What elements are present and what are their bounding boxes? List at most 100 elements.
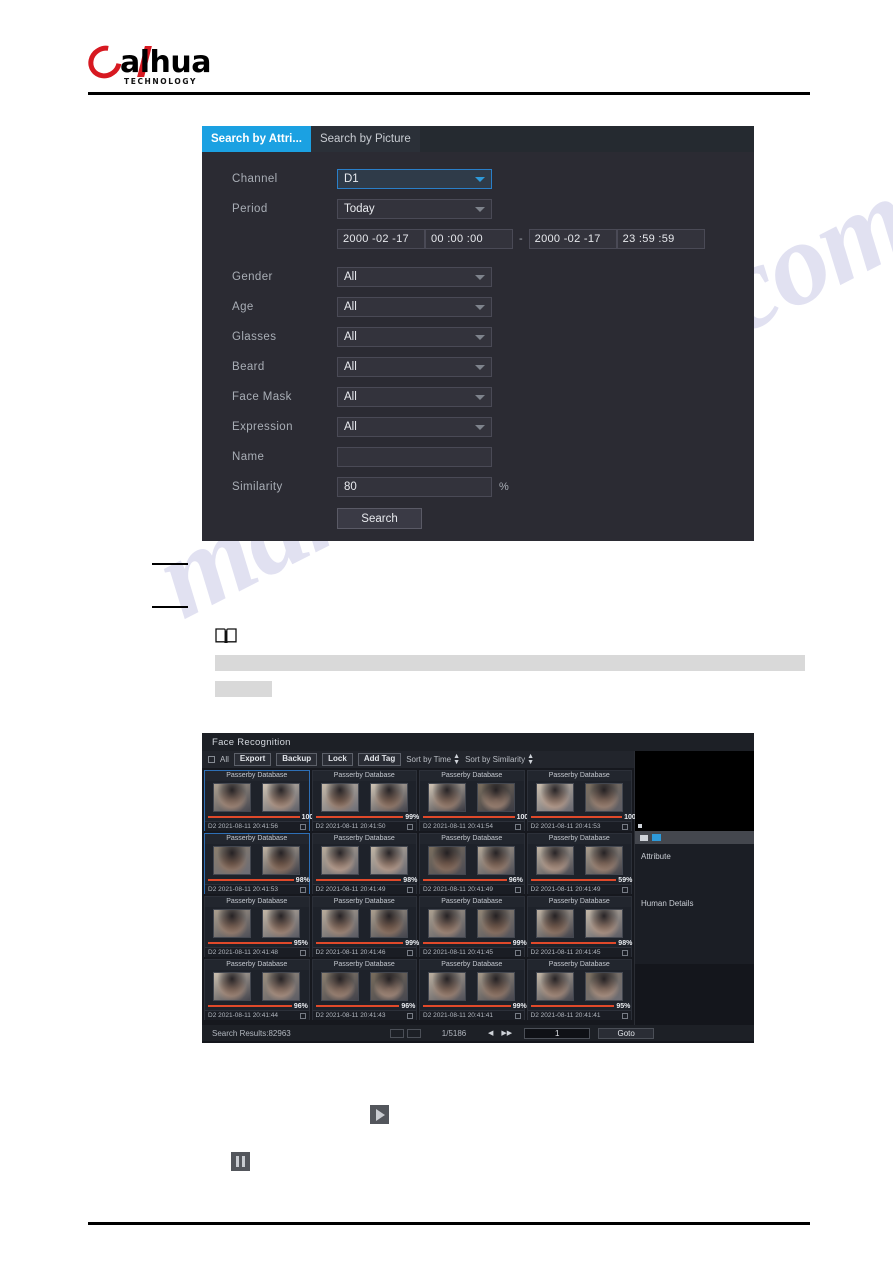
beard-select[interactable]: All xyxy=(337,357,492,377)
result-checkbox[interactable] xyxy=(622,823,628,830)
view-mode-button-2[interactable] xyxy=(407,1028,421,1038)
result-timestamp: D2 2021-08-11 20:41:43 xyxy=(315,1012,386,1019)
result-checkbox[interactable] xyxy=(622,1012,628,1019)
similarity-bar-fill xyxy=(208,942,292,944)
result-cell[interactable]: Passerby Database 99% D2 2021-08-11 20:41:… xyxy=(419,896,527,957)
lock-button[interactable]: Lock xyxy=(322,753,353,766)
result-cell[interactable]: Passerby Database 100% D2 2021-08-11 20:41… xyxy=(204,770,320,831)
redacted-text-line-2 xyxy=(215,681,272,697)
face-thumbnail xyxy=(213,845,252,875)
face-thumbnail xyxy=(477,782,516,812)
face-thumbnail xyxy=(262,845,301,875)
expression-select[interactable]: All xyxy=(337,417,492,437)
end-date-field[interactable]: 2000 -02 -17 xyxy=(528,229,617,249)
sort-arrows-icon: ▲ ▼ xyxy=(453,752,461,766)
result-cell[interactable]: Passerby Database 59% D2 2021-08-11 20:41:… xyxy=(526,833,632,894)
result-cell[interactable]: Passerby Database 98% D2 2021-08-11 20:41:… xyxy=(526,896,632,957)
result-cell[interactable]: Passerby Database 96% D2 2021-08-11 20:41:… xyxy=(311,959,417,1020)
result-cell[interactable]: Passerby Database 99% D2 2021-08-11 20:41:… xyxy=(311,896,419,957)
add-tag-button[interactable]: Add Tag xyxy=(357,753,402,766)
result-database-label: Passerby Database xyxy=(527,897,631,907)
start-date-field[interactable]: 2000 -02 -17 xyxy=(337,229,425,249)
tab-search-by-picture[interactable]: Search by Picture xyxy=(310,126,420,152)
face-thumbnail xyxy=(213,782,252,812)
result-cell[interactable]: Passerby Database 99% D2 2021-08-11 20:41:… xyxy=(311,770,419,831)
goto-button[interactable]: Goto xyxy=(598,1027,655,1039)
window-title: Face Recognition xyxy=(202,733,754,751)
period-select[interactable]: Today xyxy=(337,199,492,219)
result-checkbox[interactable] xyxy=(299,823,306,830)
select-all-checkbox[interactable] xyxy=(208,756,215,763)
result-cell[interactable]: Passerby Database 100% D2 2021-08-11 20:41… xyxy=(419,770,535,831)
result-thumbnails xyxy=(205,907,309,939)
page-number-input[interactable]: 1 xyxy=(524,1027,591,1039)
backup-button[interactable]: Backup xyxy=(276,753,318,766)
result-footer: D2 2021-08-11 20:41:46 xyxy=(312,947,416,957)
result-footer: D2 2021-08-11 20:41:43 xyxy=(312,1010,416,1020)
result-checkbox[interactable] xyxy=(514,823,521,830)
result-checkbox[interactable] xyxy=(514,949,521,956)
preview-marker-icon xyxy=(638,824,642,828)
end-time-field[interactable]: 23 :59 :59 xyxy=(616,229,705,249)
result-checkbox[interactable] xyxy=(622,949,628,956)
sort-by-similarity-control[interactable]: Sort by Similarity ▲ ▼ xyxy=(465,753,534,766)
add-icon[interactable] xyxy=(652,834,661,841)
result-checkbox[interactable] xyxy=(514,1012,521,1019)
similarity-bar-fill xyxy=(530,879,617,881)
chevron-down-icon xyxy=(475,275,485,280)
prev-page-button[interactable]: ◀ xyxy=(484,1029,497,1037)
logo-tagline: TECHNOLOGY xyxy=(124,77,197,86)
results-toolbar: All Export Backup Lock Add Tag Sort by T… xyxy=(202,751,634,768)
result-cell[interactable]: Passerby Database 99% D2 2021-08-11 20:41:… xyxy=(419,959,527,1020)
image-icon[interactable] xyxy=(640,834,648,841)
result-thumbnails xyxy=(313,970,417,1002)
result-checkbox[interactable] xyxy=(299,1012,306,1019)
chevron-down-icon xyxy=(475,305,485,310)
result-timestamp: D2 2021-08-11 20:41:54 xyxy=(423,823,493,830)
start-time-field[interactable]: 00 :00 :00 xyxy=(425,229,513,249)
result-database-label: Passerby Database xyxy=(312,771,416,781)
result-cell[interactable]: Passerby Database 96% D2 2021-08-11 20:41:… xyxy=(419,833,525,894)
view-mode-button-1[interactable] xyxy=(390,1028,404,1038)
result-checkbox[interactable] xyxy=(407,949,413,956)
result-checkbox[interactable] xyxy=(407,823,413,830)
channel-select[interactable]: D1 xyxy=(337,169,492,189)
field-row-similarity: Similarity 80 % xyxy=(202,472,754,502)
result-checkbox[interactable] xyxy=(407,1012,413,1019)
result-checkbox[interactable] xyxy=(514,886,521,893)
next-page-button[interactable]: ▶▶ xyxy=(497,1029,516,1037)
result-thumbnails xyxy=(313,907,417,939)
result-cell[interactable]: Passerby Database 98% D2 2021-08-11 20:41:… xyxy=(204,833,310,894)
result-checkbox[interactable] xyxy=(299,886,306,893)
search-button[interactable]: Search xyxy=(337,508,422,529)
preview-image xyxy=(635,751,754,831)
field-row-age: Age All xyxy=(202,292,754,322)
play-icon xyxy=(370,1105,389,1124)
result-thumbnails xyxy=(420,970,524,1002)
age-select[interactable]: All xyxy=(337,297,492,317)
result-cell[interactable]: Passerby Database 95% D2 2021-08-11 20:41:… xyxy=(526,959,632,1020)
similarity-value: 99% xyxy=(512,1002,527,1010)
export-button[interactable]: Export xyxy=(233,753,272,766)
tab-search-by-attribute[interactable]: Search by Attri... xyxy=(202,126,311,152)
result-checkbox[interactable] xyxy=(407,886,413,893)
chevron-down-icon xyxy=(475,335,485,340)
result-cell[interactable]: Passerby Database 98% D2 2021-08-11 20:41:… xyxy=(311,833,417,894)
sort-by-time-control[interactable]: Sort by Time ▲ ▼ xyxy=(406,752,461,766)
name-input[interactable] xyxy=(337,447,492,467)
dialog-tabbar: Search by Attri... Search by Picture xyxy=(202,126,754,152)
result-checkbox[interactable] xyxy=(299,949,306,956)
result-cell[interactable]: Passerby Database 95% D2 2021-08-11 20:41:… xyxy=(204,896,310,957)
footer-divider xyxy=(88,1222,810,1225)
result-cell[interactable]: Passerby Database 96% D2 2021-08-11 20:41:… xyxy=(204,959,310,1020)
attribute-label: Attribute xyxy=(641,852,671,861)
glasses-select[interactable]: All xyxy=(337,327,492,347)
sort-by-similarity-label: Sort by Similarity xyxy=(465,755,526,764)
gender-select[interactable]: All xyxy=(337,267,492,287)
chevron-down-icon xyxy=(475,365,485,370)
similarity-input[interactable]: 80 xyxy=(337,477,492,497)
label-face-mask: Face Mask xyxy=(232,391,292,403)
face-mask-select[interactable]: All xyxy=(337,387,492,407)
result-cell[interactable]: Passerby Database 100% D2 2021-08-11 20:41… xyxy=(526,770,642,831)
result-checkbox[interactable] xyxy=(622,886,628,893)
